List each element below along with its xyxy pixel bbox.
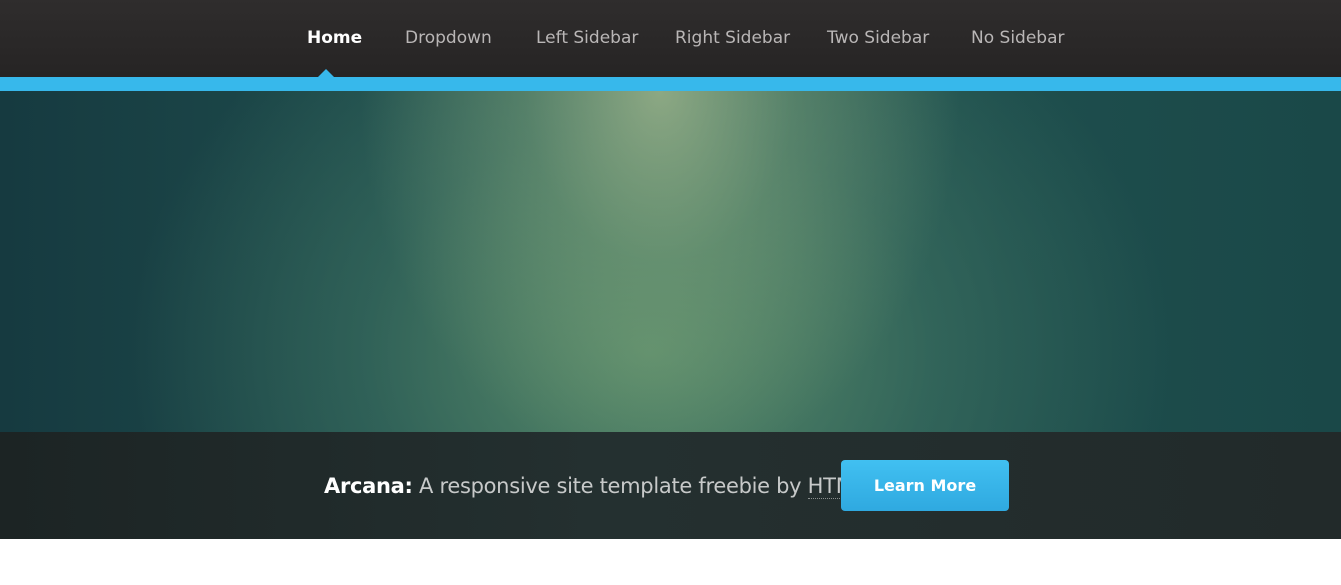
accent-bar <box>0 77 1341 91</box>
nav-item-no-sidebar[interactable]: No Sidebar <box>971 27 1064 49</box>
banner-text: Arcana: A responsive site template freeb… <box>324 473 912 499</box>
nav-menu: Home Dropdown Left Sidebar Right Sidebar… <box>0 0 1341 77</box>
nav-item-right-sidebar[interactable]: Right Sidebar <box>675 27 790 49</box>
learn-more-button[interactable]: Learn More <box>841 460 1009 511</box>
nav-item-home[interactable]: Home <box>307 27 362 49</box>
nav-item-left-sidebar[interactable]: Left Sidebar <box>536 27 638 49</box>
banner-tagline: A responsive site template freebie by <box>412 474 808 498</box>
nav-item-dropdown[interactable]: Dropdown <box>405 27 492 49</box>
hero-banner-image <box>0 91 1341 432</box>
top-nav: Home Dropdown Left Sidebar Right Sidebar… <box>0 0 1341 78</box>
nav-item-two-sidebar[interactable]: Two Sidebar <box>827 27 929 49</box>
brand-name: Arcana: <box>324 474 413 498</box>
